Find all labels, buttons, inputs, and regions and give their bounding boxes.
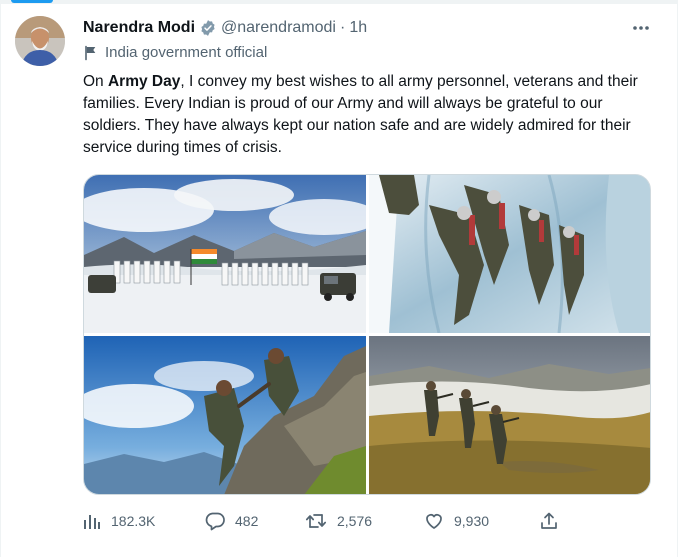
views-count: 182.3K xyxy=(111,513,156,529)
avatar-image xyxy=(15,16,65,66)
tweet-card: Narendra Modi @narendramodi · 1h India g… xyxy=(0,0,678,557)
tweet-actions: 182.3K 482 2,576 9,930 xyxy=(83,508,643,534)
avatar[interactable] xyxy=(15,16,65,66)
separator-dot: · xyxy=(339,19,346,36)
author-name[interactable]: Narendra Modi xyxy=(83,19,195,37)
photo-field-patrol xyxy=(369,336,650,494)
tweet-timestamp[interactable]: 1h xyxy=(349,19,367,37)
flag-icon xyxy=(85,45,96,60)
top-divider xyxy=(1,0,678,4)
media-photo-2[interactable] xyxy=(369,175,650,333)
reply-count: 482 xyxy=(235,513,259,529)
retweet-count: 2,576 xyxy=(337,513,373,529)
share-upload-icon xyxy=(541,512,557,529)
reply-bubble-icon xyxy=(205,512,225,531)
views-button[interactable]: 182.3K xyxy=(83,508,155,534)
photo-rock-climb-help xyxy=(84,336,366,494)
tweet-text-bold: Army Day xyxy=(107,73,181,90)
government-label-text: India government official xyxy=(105,44,268,61)
media-photo-3[interactable] xyxy=(84,336,366,494)
like-count: 9,930 xyxy=(454,513,490,529)
media-photo-1[interactable] xyxy=(84,175,366,333)
share-button[interactable] xyxy=(540,508,568,534)
media-photo-4[interactable] xyxy=(369,336,650,494)
heart-icon xyxy=(426,514,442,529)
tweet-text-intro: On xyxy=(83,73,108,90)
tweet-header: Narendra Modi @narendramodi · 1h xyxy=(83,16,657,40)
tweet-text: On Army Day, I convey my best wishes to … xyxy=(83,71,658,159)
retweet-icon xyxy=(305,514,327,528)
reply-button[interactable]: 482 xyxy=(205,508,258,534)
top-accent-bar xyxy=(11,0,53,3)
government-label[interactable]: India government official xyxy=(83,44,267,61)
retweet-button[interactable]: 2,576 xyxy=(305,508,372,534)
photo-snow-parade-flag xyxy=(84,175,366,333)
analytics-icon xyxy=(84,515,100,529)
photo-ice-wall-climb xyxy=(369,175,650,333)
media-grid xyxy=(83,174,651,495)
author-handle[interactable]: @narendramodi xyxy=(221,19,336,37)
more-options-button[interactable] xyxy=(629,16,653,40)
more-dots-icon xyxy=(633,26,649,30)
like-button[interactable]: 9,930 xyxy=(424,508,489,534)
verified-badge-icon xyxy=(201,20,215,36)
